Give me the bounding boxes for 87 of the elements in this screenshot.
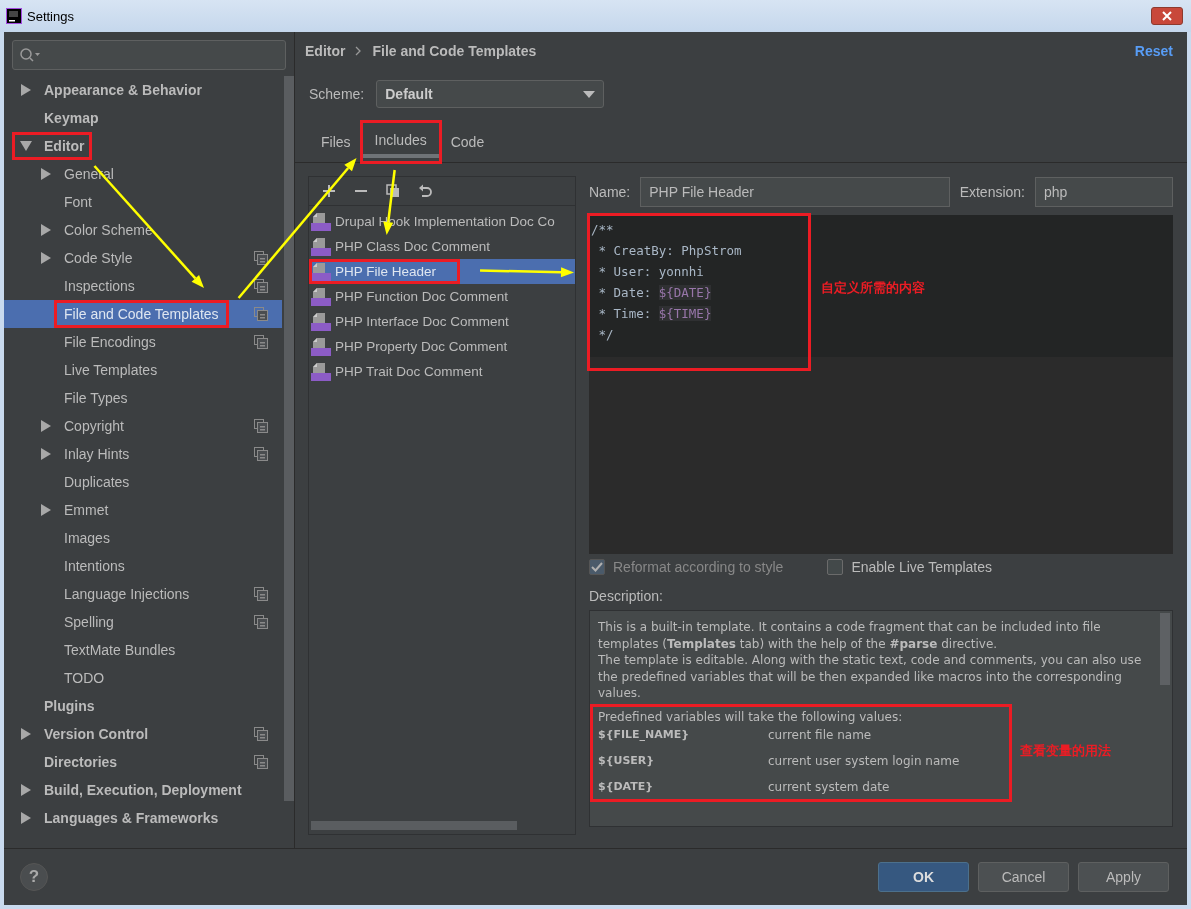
code-line: */ <box>597 326 615 344</box>
tree-item[interactable]: Inspections <box>64 278 135 294</box>
variable-name: ${USER} <box>598 753 656 768</box>
tree-item[interactable]: TODO <box>64 670 105 686</box>
name-field[interactable]: PHP File Header <box>640 177 950 207</box>
tree-item[interactable]: Languages & Frameworks <box>44 810 219 826</box>
template-item[interactable]: PHP Class Doc Comment <box>309 234 575 259</box>
code-line: /** <box>591 221 615 239</box>
tree-item[interactable]: Duplicates <box>64 474 130 490</box>
tree-item[interactable]: Keymap <box>44 110 99 126</box>
tree-item[interactable]: Editor <box>44 138 85 154</box>
close-button[interactable] <box>1151 7 1183 25</box>
extension-label: Extension: <box>959 184 1025 200</box>
tree-item[interactable]: Spelling <box>64 614 114 630</box>
tree-item[interactable]: Font <box>64 194 92 210</box>
tree-item[interactable]: Appearance & Behavior <box>44 82 202 98</box>
tab[interactable]: Includes <box>362 126 439 158</box>
scrollbar[interactable] <box>1160 613 1170 685</box>
tree-item[interactable]: Live Templates <box>64 362 158 378</box>
tab[interactable]: Code <box>438 126 497 162</box>
search-icon <box>19 47 41 63</box>
tree-item[interactable]: TextMate Bundles <box>64 642 176 658</box>
annotation-note: 查看变量的用法 <box>1020 741 1111 760</box>
tree-item[interactable]: Intentions <box>64 558 125 574</box>
file-icon <box>311 236 331 257</box>
checkbox-label: Enable Live Templates <box>851 559 992 575</box>
variable-description: current user system login name <box>768 753 961 768</box>
annotation-note: 自定义所需的内容 <box>821 279 925 297</box>
file-icon <box>311 211 331 232</box>
add-icon <box>322 184 336 198</box>
scrollbar[interactable] <box>311 821 517 830</box>
check-icon <box>591 562 603 572</box>
template-item[interactable]: PHP Trait Doc Comment <box>309 359 575 384</box>
breadcrumb-item: Editor <box>305 43 346 59</box>
tree-item[interactable]: Inlay Hints <box>64 446 130 462</box>
checkbox[interactable] <box>827 559 844 575</box>
variable-description: current system date <box>768 779 891 794</box>
window-title: Settings <box>27 8 74 24</box>
template-item[interactable]: PHP Function Doc Comment <box>309 284 575 309</box>
scheme-dropdown[interactable]: Default <box>376 80 605 108</box>
extension-field[interactable]: php <box>1035 177 1173 207</box>
tree-item[interactable]: Copyright <box>64 418 124 434</box>
tree-item[interactable]: Code Style <box>64 250 133 266</box>
breadcrumb-item: File and Code Templates <box>372 43 537 59</box>
tree-item[interactable]: Version Control <box>44 726 149 742</box>
tree-item[interactable]: Color Scheme <box>64 222 153 238</box>
app-icon <box>6 8 22 24</box>
tree-item[interactable]: Plugins <box>44 698 95 714</box>
file-icon <box>311 336 331 357</box>
help-button[interactable]: ? <box>20 863 48 891</box>
code-line: * User: yonnhi <box>597 263 705 281</box>
dialog-button[interactable]: Apply <box>1078 862 1169 892</box>
tree-item[interactable]: Emmet <box>64 502 109 518</box>
dialog-button[interactable]: Cancel <box>978 862 1069 892</box>
variable-description: current file name <box>768 727 873 742</box>
reset-link[interactable]: Reset <box>1134 43 1173 59</box>
tab[interactable]: Files <box>309 126 363 162</box>
file-icon <box>311 361 331 382</box>
tree-item[interactable]: File Types <box>64 390 128 406</box>
copy-icon <box>386 184 400 198</box>
file-icon <box>311 311 331 332</box>
description-text: Predefined variables will take the following values: <box>598 709 904 724</box>
search-field[interactable] <box>12 40 286 70</box>
tree-item[interactable]: Images <box>64 530 110 546</box>
caret-icon <box>583 90 596 98</box>
code-line: * Time: ${TIME} <box>597 305 713 323</box>
tree-item[interactable]: Language Injections <box>64 586 190 602</box>
template-item[interactable]: PHP Property Doc Comment <box>309 334 575 359</box>
scheme-label: Scheme: <box>309 86 365 102</box>
variable-name: ${DATE} <box>598 779 655 794</box>
tree-item[interactable]: Directories <box>44 754 118 770</box>
template-item[interactable]: PHP Interface Doc Comment <box>309 309 575 334</box>
undo-icon <box>418 184 432 198</box>
tree-item[interactable]: Build, Execution, Deployment <box>44 782 242 798</box>
file-icon <box>311 286 331 307</box>
file-icon <box>311 261 331 282</box>
code-line: * CreatBy: PhpStrom <box>597 242 743 260</box>
checkbox-label: Reformat according to style <box>613 559 784 575</box>
variable-name: ${FILE_NAME} <box>598 727 691 742</box>
description-text: This is a built-in template. It contains a code fragment that can be included into file templates (Templates tab) with the help of the #parse directive. The template is editable. Along with the static text, code and comments, you can also use the predefined variables that will be then expanded like macros into the corresponding values. <box>598 619 1143 702</box>
description-label: Description: <box>589 588 664 606</box>
scrollbar[interactable] <box>284 76 294 801</box>
name-label: Name: <box>589 184 631 200</box>
ok-button[interactable]: OK <box>878 862 969 892</box>
tree-item[interactable]: File Encodings <box>64 334 156 350</box>
close-icon <box>1162 11 1172 21</box>
chevron-icon <box>355 46 363 56</box>
